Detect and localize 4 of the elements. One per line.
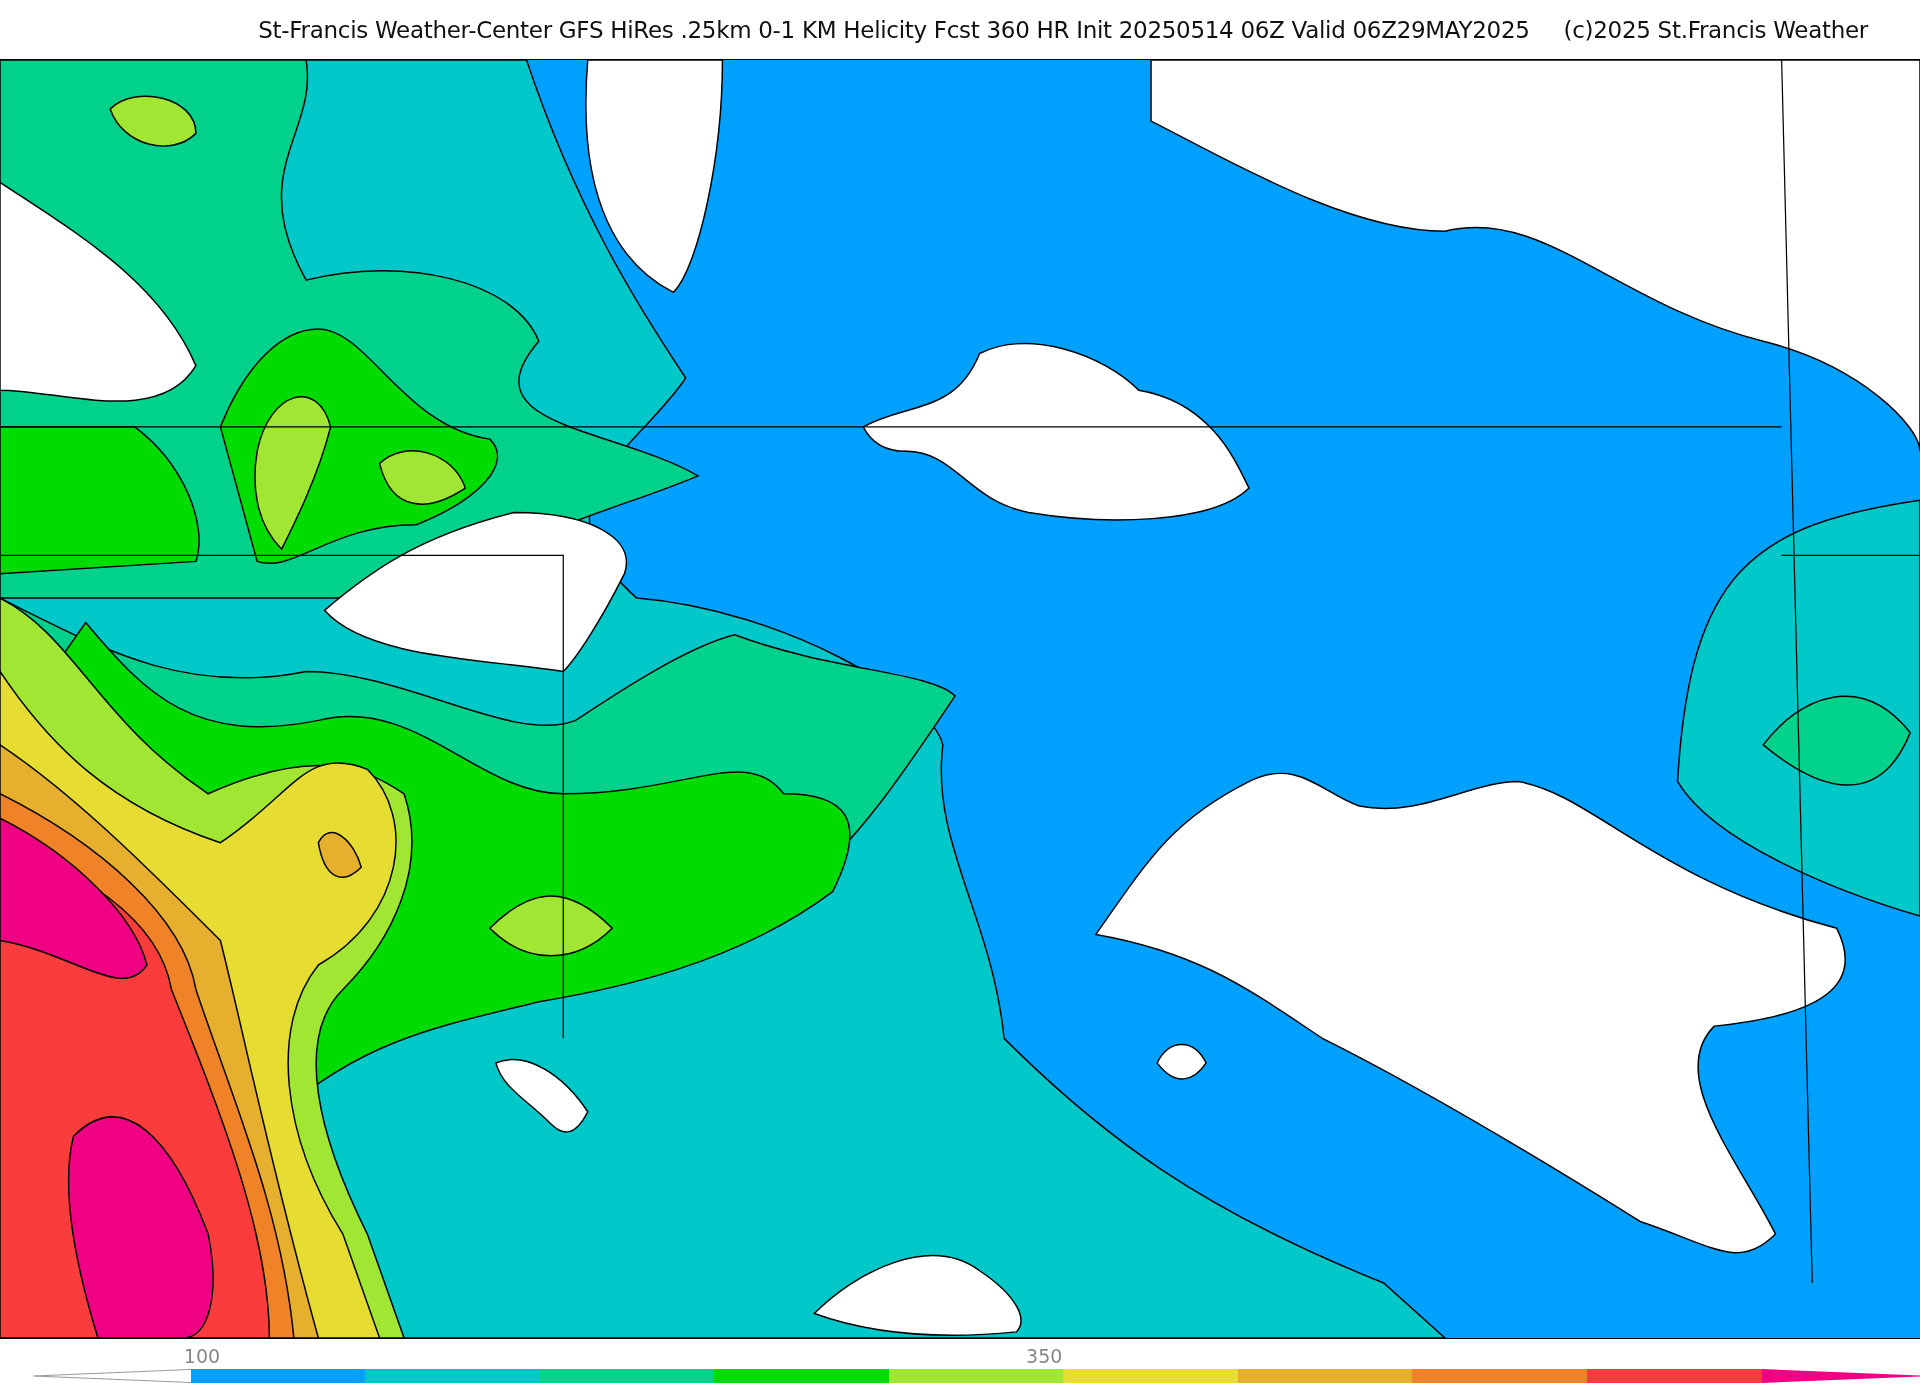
copyright-text: (c)2025 St.Francis Weather [1563, 16, 1868, 43]
scale-label: 100 [183, 1345, 221, 1367]
scale-label: 350 [1026, 1345, 1063, 1367]
map-title: St-Francis Weather-Center GFS HiRes .25km 0-1 KM Helicity Fcst 360 HR Init 20250514 06Z Valid 06Z29MAY2025 [258, 16, 1530, 43]
